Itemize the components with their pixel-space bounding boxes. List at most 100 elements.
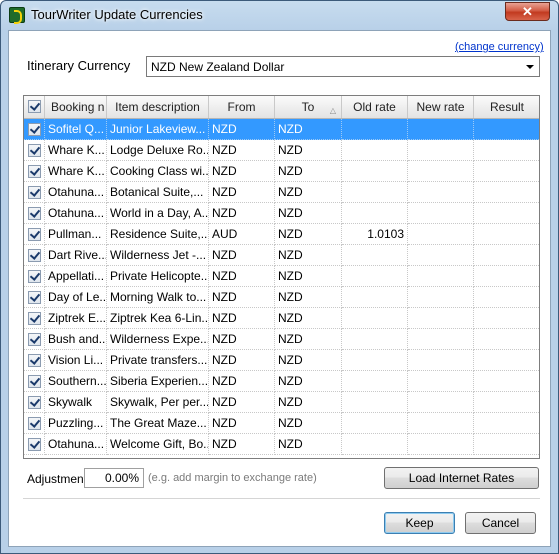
booking-cell[interactable]: Dart Rive...: [45, 245, 107, 266]
row-checkbox[interactable]: [28, 291, 41, 304]
new-rate-cell[interactable]: [408, 350, 474, 371]
close-button[interactable]: ✕: [505, 2, 550, 21]
from-currency-cell[interactable]: NZD: [209, 413, 275, 434]
item-description-cell[interactable]: Siberia Experien...: [107, 371, 209, 392]
to-currency-cell[interactable]: NZD: [275, 308, 342, 329]
result-cell[interactable]: [474, 245, 539, 266]
row-checkbox[interactable]: [28, 354, 41, 367]
row-checkbox-cell[interactable]: [24, 308, 45, 329]
from-currency-cell[interactable]: NZD: [209, 329, 275, 350]
booking-cell[interactable]: Otahuna...: [45, 182, 107, 203]
item-description-cell[interactable]: Ziptrek Kea 6-Lin...: [107, 308, 209, 329]
header-result[interactable]: Result: [474, 96, 539, 118]
table-row[interactable]: Dart Rive... Wilderness Jet -... NZD NZD: [24, 245, 539, 266]
old-rate-cell[interactable]: [342, 245, 408, 266]
from-currency-cell[interactable]: NZD: [209, 140, 275, 161]
to-currency-cell[interactable]: NZD: [275, 329, 342, 350]
result-cell[interactable]: [474, 119, 539, 140]
bookings-grid[interactable]: Booking n Item description From To △ Old…: [23, 95, 540, 459]
row-checkbox[interactable]: [28, 123, 41, 136]
old-rate-cell[interactable]: [342, 350, 408, 371]
table-row[interactable]: Otahuna... Welcome Gift, Bo... NZD NZD: [24, 434, 539, 455]
item-description-cell[interactable]: Cooking Class wi...: [107, 161, 209, 182]
from-currency-cell[interactable]: AUD: [209, 224, 275, 245]
from-currency-cell[interactable]: NZD: [209, 392, 275, 413]
item-description-cell[interactable]: Junior Lakeview...: [107, 119, 209, 140]
row-checkbox-cell[interactable]: [24, 182, 45, 203]
booking-cell[interactable]: Puzzling...: [45, 413, 107, 434]
to-currency-cell[interactable]: NZD: [275, 434, 342, 455]
row-checkbox-cell[interactable]: [24, 224, 45, 245]
to-currency-cell[interactable]: NZD: [275, 245, 342, 266]
booking-cell[interactable]: Skywalk: [45, 392, 107, 413]
old-rate-cell[interactable]: [342, 203, 408, 224]
item-description-cell[interactable]: Private Helicopte...: [107, 266, 209, 287]
from-currency-cell[interactable]: NZD: [209, 203, 275, 224]
change-currency-link-text[interactable]: (change currency): [455, 41, 544, 53]
adjustment-input[interactable]: 0.00%: [84, 468, 144, 488]
item-description-cell[interactable]: Residence Suite,...: [107, 224, 209, 245]
row-checkbox-cell[interactable]: [24, 161, 45, 182]
table-row[interactable]: Pullman... Residence Suite,... AUD NZD 1.010…: [24, 224, 539, 245]
header-item-description[interactable]: Item description: [107, 96, 209, 118]
booking-cell[interactable]: Whare K...: [45, 140, 107, 161]
old-rate-cell[interactable]: [342, 140, 408, 161]
to-currency-cell[interactable]: NZD: [275, 266, 342, 287]
row-checkbox[interactable]: [28, 375, 41, 388]
result-cell[interactable]: [474, 287, 539, 308]
row-checkbox-cell[interactable]: [24, 266, 45, 287]
new-rate-cell[interactable]: [408, 392, 474, 413]
new-rate-cell[interactable]: [408, 119, 474, 140]
new-rate-cell[interactable]: [408, 308, 474, 329]
row-checkbox-cell[interactable]: [24, 350, 45, 371]
row-checkbox-cell[interactable]: [24, 119, 45, 140]
item-description-cell[interactable]: Private transfers...: [107, 350, 209, 371]
booking-cell[interactable]: Appellati...: [45, 266, 107, 287]
result-cell[interactable]: [474, 266, 539, 287]
old-rate-cell[interactable]: [342, 287, 408, 308]
row-checkbox[interactable]: [28, 186, 41, 199]
table-row[interactable]: Vision Li... Private transfers... NZD NZD: [24, 350, 539, 371]
to-currency-cell[interactable]: NZD: [275, 119, 342, 140]
row-checkbox[interactable]: [28, 333, 41, 346]
old-rate-cell[interactable]: [342, 308, 408, 329]
row-checkbox[interactable]: [28, 249, 41, 262]
select-all-checkbox[interactable]: [28, 100, 41, 113]
to-currency-cell[interactable]: NZD: [275, 392, 342, 413]
header-to[interactable]: To △: [275, 96, 342, 118]
item-description-cell[interactable]: World in a Day, A...: [107, 203, 209, 224]
item-description-cell[interactable]: Morning Walk to...: [107, 287, 209, 308]
from-currency-cell[interactable]: NZD: [209, 266, 275, 287]
cancel-button[interactable]: Cancel: [465, 512, 536, 534]
table-row[interactable]: Day of Le... Morning Walk to... NZD NZD: [24, 287, 539, 308]
booking-cell[interactable]: Sofitel Q...: [45, 119, 107, 140]
to-currency-cell[interactable]: NZD: [275, 161, 342, 182]
row-checkbox[interactable]: [28, 270, 41, 283]
table-row[interactable]: Sofitel Q... Junior Lakeview... NZD NZD: [24, 119, 539, 140]
result-cell[interactable]: [474, 140, 539, 161]
dropdown-arrow-icon[interactable]: [526, 65, 534, 69]
to-currency-cell[interactable]: NZD: [275, 182, 342, 203]
new-rate-cell[interactable]: [408, 224, 474, 245]
table-row[interactable]: Puzzling... The Great Maze... NZD NZD: [24, 413, 539, 434]
from-currency-cell[interactable]: NZD: [209, 245, 275, 266]
header-new-rate[interactable]: New rate: [408, 96, 474, 118]
row-checkbox[interactable]: [28, 228, 41, 241]
new-rate-cell[interactable]: [408, 287, 474, 308]
row-checkbox-cell[interactable]: [24, 140, 45, 161]
item-description-cell[interactable]: The Great Maze...: [107, 413, 209, 434]
result-cell[interactable]: [474, 308, 539, 329]
old-rate-cell[interactable]: [342, 329, 408, 350]
result-cell[interactable]: [474, 350, 539, 371]
row-checkbox[interactable]: [28, 144, 41, 157]
row-checkbox[interactable]: [28, 417, 41, 430]
row-checkbox[interactable]: [28, 207, 41, 220]
item-description-cell[interactable]: Wilderness Expe...: [107, 329, 209, 350]
new-rate-cell[interactable]: [408, 329, 474, 350]
from-currency-cell[interactable]: NZD: [209, 434, 275, 455]
row-checkbox[interactable]: [28, 396, 41, 409]
booking-cell[interactable]: Whare K...: [45, 161, 107, 182]
result-cell[interactable]: [474, 329, 539, 350]
result-cell[interactable]: [474, 203, 539, 224]
header-old-rate[interactable]: Old rate: [342, 96, 408, 118]
